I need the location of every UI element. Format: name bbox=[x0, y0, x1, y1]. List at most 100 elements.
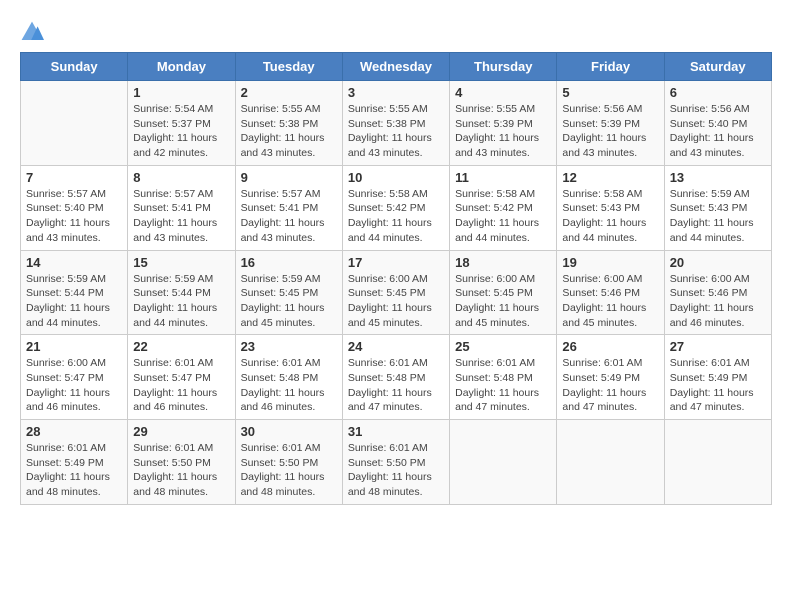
calendar-table: SundayMondayTuesdayWednesdayThursdayFrid… bbox=[20, 52, 772, 505]
day-cell: 25Sunrise: 6:01 AMSunset: 5:48 PMDayligh… bbox=[450, 335, 557, 420]
day-info: Sunrise: 6:00 AMSunset: 5:45 PMDaylight:… bbox=[348, 272, 444, 331]
day-number: 25 bbox=[455, 339, 551, 354]
day-info: Sunrise: 6:01 AMSunset: 5:49 PMDaylight:… bbox=[562, 356, 658, 415]
header-cell-friday: Friday bbox=[557, 53, 664, 81]
week-row-1: 7 Sunrise: 5:57 AMSunset: 5:40 PMDaylight… bbox=[21, 165, 772, 250]
day-cell: 4 Sunrise: 5:55 AMSunset: 5:39 PMDaylight… bbox=[450, 81, 557, 166]
day-info: Sunrise: 5:58 AMSunset: 5:42 PMDaylight:… bbox=[348, 187, 444, 246]
day-info: Sunrise: 5:57 AMSunset: 5:41 PMDaylight:… bbox=[133, 187, 229, 246]
day-number: 21 bbox=[26, 339, 122, 354]
day-number: 4 bbox=[455, 85, 551, 100]
day-number: 22 bbox=[133, 339, 229, 354]
day-cell: 1 Sunrise: 5:54 AMSunset: 5:37 PMDaylight… bbox=[128, 81, 235, 166]
day-number: 18 bbox=[455, 255, 551, 270]
day-info: Sunrise: 6:01 AMSunset: 5:49 PMDaylight:… bbox=[26, 441, 122, 500]
day-info: Sunrise: 6:01 AMSunset: 5:47 PMDaylight:… bbox=[133, 356, 229, 415]
day-number: 27 bbox=[670, 339, 766, 354]
day-cell: 13 Sunrise: 5:59 AMSunset: 5:43 PMDayligh… bbox=[664, 165, 771, 250]
day-cell: 20 Sunrise: 6:00 AMSunset: 5:46 PMDayligh… bbox=[664, 250, 771, 335]
header-cell-tuesday: Tuesday bbox=[235, 53, 342, 81]
day-cell: 24Sunrise: 6:01 AMSunset: 5:48 PMDayligh… bbox=[342, 335, 449, 420]
day-cell: 27Sunrise: 6:01 AMSunset: 5:49 PMDayligh… bbox=[664, 335, 771, 420]
day-cell: 9 Sunrise: 5:57 AMSunset: 5:41 PMDaylight… bbox=[235, 165, 342, 250]
day-number: 14 bbox=[26, 255, 122, 270]
day-cell: 22 Sunrise: 6:01 AMSunset: 5:47 PMDayligh… bbox=[128, 335, 235, 420]
calendar-body: 1 Sunrise: 5:54 AMSunset: 5:37 PMDaylight… bbox=[21, 81, 772, 505]
header-cell-saturday: Saturday bbox=[664, 53, 771, 81]
day-cell: 7 Sunrise: 5:57 AMSunset: 5:40 PMDaylight… bbox=[21, 165, 128, 250]
day-number: 5 bbox=[562, 85, 658, 100]
day-info: Sunrise: 5:55 AMSunset: 5:39 PMDaylight:… bbox=[455, 102, 551, 161]
day-cell: 17 Sunrise: 6:00 AMSunset: 5:45 PMDayligh… bbox=[342, 250, 449, 335]
day-info: Sunrise: 5:59 AMSunset: 5:43 PMDaylight:… bbox=[670, 187, 766, 246]
calendar-header: SundayMondayTuesdayWednesdayThursdayFrid… bbox=[21, 53, 772, 81]
day-number: 17 bbox=[348, 255, 444, 270]
week-row-2: 14 Sunrise: 5:59 AMSunset: 5:44 PMDayligh… bbox=[21, 250, 772, 335]
day-cell: 18 Sunrise: 6:00 AMSunset: 5:45 PMDayligh… bbox=[450, 250, 557, 335]
day-info: Sunrise: 6:00 AMSunset: 5:46 PMDaylight:… bbox=[670, 272, 766, 331]
day-info: Sunrise: 5:54 AMSunset: 5:37 PMDaylight:… bbox=[133, 102, 229, 161]
day-info: Sunrise: 5:59 AMSunset: 5:44 PMDaylight:… bbox=[26, 272, 122, 331]
day-cell bbox=[450, 420, 557, 505]
day-cell: 16 Sunrise: 5:59 AMSunset: 5:45 PMDayligh… bbox=[235, 250, 342, 335]
week-row-3: 21 Sunrise: 6:00 AMSunset: 5:47 PMDayligh… bbox=[21, 335, 772, 420]
day-info: Sunrise: 5:56 AMSunset: 5:40 PMDaylight:… bbox=[670, 102, 766, 161]
day-cell: 6 Sunrise: 5:56 AMSunset: 5:40 PMDaylight… bbox=[664, 81, 771, 166]
day-info: Sunrise: 5:57 AMSunset: 5:41 PMDaylight:… bbox=[241, 187, 337, 246]
day-cell: 21 Sunrise: 6:00 AMSunset: 5:47 PMDayligh… bbox=[21, 335, 128, 420]
day-number: 3 bbox=[348, 85, 444, 100]
day-cell: 23 Sunrise: 6:01 AMSunset: 5:48 PMDayligh… bbox=[235, 335, 342, 420]
day-number: 20 bbox=[670, 255, 766, 270]
day-cell: 10 Sunrise: 5:58 AMSunset: 5:42 PMDayligh… bbox=[342, 165, 449, 250]
day-info: Sunrise: 5:59 AMSunset: 5:44 PMDaylight:… bbox=[133, 272, 229, 331]
header-cell-monday: Monday bbox=[128, 53, 235, 81]
day-number: 12 bbox=[562, 170, 658, 185]
day-info: Sunrise: 5:56 AMSunset: 5:39 PMDaylight:… bbox=[562, 102, 658, 161]
day-number: 10 bbox=[348, 170, 444, 185]
day-cell: 12 Sunrise: 5:58 AMSunset: 5:43 PMDayligh… bbox=[557, 165, 664, 250]
day-cell: 29Sunrise: 6:01 AMSunset: 5:50 PMDayligh… bbox=[128, 420, 235, 505]
day-number: 6 bbox=[670, 85, 766, 100]
header-cell-wednesday: Wednesday bbox=[342, 53, 449, 81]
logo-icon bbox=[20, 20, 44, 44]
day-number: 28 bbox=[26, 424, 122, 439]
day-cell: 14 Sunrise: 5:59 AMSunset: 5:44 PMDayligh… bbox=[21, 250, 128, 335]
day-cell: 31Sunrise: 6:01 AMSunset: 5:50 PMDayligh… bbox=[342, 420, 449, 505]
day-cell bbox=[557, 420, 664, 505]
day-number: 26 bbox=[562, 339, 658, 354]
day-cell bbox=[21, 81, 128, 166]
week-row-4: 28 Sunrise: 6:01 AMSunset: 5:49 PMDayligh… bbox=[21, 420, 772, 505]
week-row-0: 1 Sunrise: 5:54 AMSunset: 5:37 PMDaylight… bbox=[21, 81, 772, 166]
day-cell: 3 Sunrise: 5:55 AMSunset: 5:38 PMDaylight… bbox=[342, 81, 449, 166]
day-info: Sunrise: 6:00 AMSunset: 5:47 PMDaylight:… bbox=[26, 356, 122, 415]
day-info: Sunrise: 5:58 AMSunset: 5:43 PMDaylight:… bbox=[562, 187, 658, 246]
day-info: Sunrise: 6:01 AMSunset: 5:50 PMDaylight:… bbox=[348, 441, 444, 500]
day-cell: 28 Sunrise: 6:01 AMSunset: 5:49 PMDayligh… bbox=[21, 420, 128, 505]
day-number: 23 bbox=[241, 339, 337, 354]
day-number: 30 bbox=[241, 424, 337, 439]
day-number: 2 bbox=[241, 85, 337, 100]
day-number: 7 bbox=[26, 170, 122, 185]
day-info: Sunrise: 5:57 AMSunset: 5:40 PMDaylight:… bbox=[26, 187, 122, 246]
day-number: 8 bbox=[133, 170, 229, 185]
day-info: Sunrise: 6:00 AMSunset: 5:46 PMDaylight:… bbox=[562, 272, 658, 331]
day-number: 24 bbox=[348, 339, 444, 354]
day-number: 13 bbox=[670, 170, 766, 185]
day-number: 1 bbox=[133, 85, 229, 100]
day-number: 9 bbox=[241, 170, 337, 185]
day-cell: 19Sunrise: 6:00 AMSunset: 5:46 PMDayligh… bbox=[557, 250, 664, 335]
day-cell: 30 Sunrise: 6:01 AMSunset: 5:50 PMDayligh… bbox=[235, 420, 342, 505]
logo bbox=[20, 20, 48, 44]
day-cell bbox=[664, 420, 771, 505]
day-number: 16 bbox=[241, 255, 337, 270]
day-cell: 26 Sunrise: 6:01 AMSunset: 5:49 PMDayligh… bbox=[557, 335, 664, 420]
day-info: Sunrise: 5:55 AMSunset: 5:38 PMDaylight:… bbox=[348, 102, 444, 161]
day-number: 11 bbox=[455, 170, 551, 185]
day-info: Sunrise: 6:01 AMSunset: 5:50 PMDaylight:… bbox=[241, 441, 337, 500]
day-info: Sunrise: 5:58 AMSunset: 5:42 PMDaylight:… bbox=[455, 187, 551, 246]
day-info: Sunrise: 6:00 AMSunset: 5:45 PMDaylight:… bbox=[455, 272, 551, 331]
day-cell: 8 Sunrise: 5:57 AMSunset: 5:41 PMDaylight… bbox=[128, 165, 235, 250]
day-cell: 2Sunrise: 5:55 AMSunset: 5:38 PMDaylight… bbox=[235, 81, 342, 166]
day-info: Sunrise: 5:59 AMSunset: 5:45 PMDaylight:… bbox=[241, 272, 337, 331]
day-info: Sunrise: 6:01 AMSunset: 5:48 PMDaylight:… bbox=[241, 356, 337, 415]
